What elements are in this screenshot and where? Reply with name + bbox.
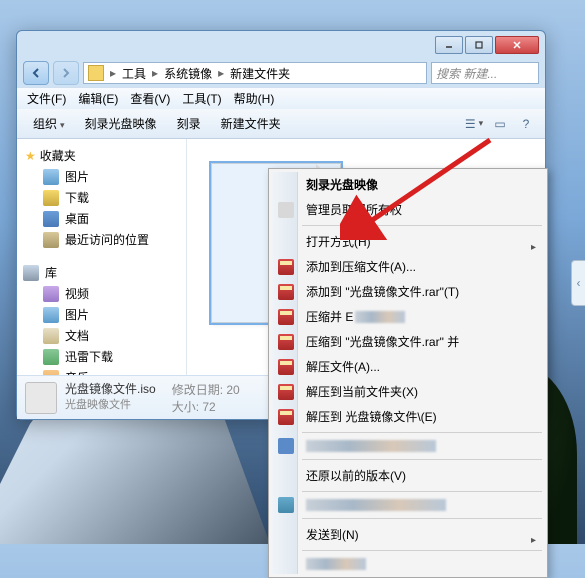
sidebar-favorites-header[interactable]: ★ 收藏夹 [21, 145, 182, 166]
xunlei-icon [43, 349, 59, 365]
app-icon [278, 497, 294, 513]
redacted-text [306, 440, 436, 452]
view-options-button[interactable]: ☰ [463, 113, 485, 135]
ctx-compress-to[interactable]: 压缩到 "光盘镜像文件.rar" 并 [272, 329, 544, 354]
details-file-meta: 修改日期: 20 大小: 72 [172, 381, 240, 415]
minimize-button[interactable] [435, 36, 463, 54]
ctx-redacted-1[interactable] [272, 436, 544, 456]
breadcrumb-seg-2[interactable]: 系统镜像 [160, 65, 216, 82]
burn-button[interactable]: 刻录 [169, 112, 209, 135]
organize-button[interactable]: 组织 [25, 112, 73, 135]
menu-tools[interactable]: 工具(T) [176, 88, 227, 109]
sidebar-item-videos[interactable]: 视频 [21, 283, 182, 304]
nav-bar: ▸ 工具 ▸ 系统镜像 ▸ 新建文件夹 搜索 新建... [17, 59, 545, 87]
toolbar: 组织 刻录光盘映像 刻录 新建文件夹 ☰ ▭ ? [17, 109, 545, 139]
ctx-redacted-2[interactable] [272, 495, 544, 515]
preview-pane-button[interactable]: ▭ [489, 113, 511, 135]
ctx-separator [302, 225, 542, 226]
close-button[interactable] [495, 36, 539, 54]
sidebar-favorites-label: 收藏夹 [40, 147, 76, 164]
sidebar-libraries-header[interactable]: 库 [21, 262, 182, 283]
downloads-icon [43, 190, 59, 206]
sidebar-item-downloads[interactable]: 下载 [21, 187, 182, 208]
forward-button[interactable] [53, 61, 79, 85]
ctx-extract-to[interactable]: 解压到 光盘镜像文件\(E) [272, 404, 544, 429]
burn-image-button[interactable]: 刻录光盘映像 [77, 112, 165, 135]
maximize-button[interactable] [465, 36, 493, 54]
rar-icon [278, 409, 294, 425]
ctx-redacted-3[interactable] [272, 554, 544, 574]
ctx-restore-version[interactable]: 还原以前的版本(V) [272, 463, 544, 488]
address-bar[interactable]: ▸ 工具 ▸ 系统镜像 ▸ 新建文件夹 [83, 62, 427, 84]
help-icon[interactable]: ? [515, 113, 537, 135]
sidebar-item-desktop[interactable]: 桌面 [21, 208, 182, 229]
rar-icon [278, 284, 294, 300]
star-icon: ★ [25, 149, 36, 163]
menu-help[interactable]: 帮助(H) [228, 88, 281, 109]
preview-pane-handle[interactable]: ‹ [571, 260, 585, 306]
redacted-text [306, 499, 446, 511]
ctx-separator [302, 459, 542, 460]
ctx-separator [302, 550, 542, 551]
redacted-text [355, 311, 405, 323]
app-icon [278, 438, 294, 454]
ctx-separator [302, 518, 542, 519]
ctx-separator [302, 491, 542, 492]
library-icon [23, 265, 39, 281]
details-file-type: 光盘映像文件 [65, 398, 156, 413]
ctx-separator [302, 432, 542, 433]
breadcrumb-separator: ▸ [216, 66, 226, 80]
ctx-add-archive[interactable]: 添加到压缩文件(A)... [272, 254, 544, 279]
ctx-add-rar[interactable]: 添加到 "光盘镜像文件.rar"(T) [272, 279, 544, 304]
details-thumb-icon [25, 382, 57, 414]
rar-icon [278, 309, 294, 325]
breadcrumb-seg-1[interactable]: 工具 [118, 65, 150, 82]
videos-icon [43, 286, 59, 302]
ctx-burn-image[interactable]: 刻录光盘映像 [272, 172, 544, 197]
pictures-icon [43, 307, 59, 323]
details-file-name: 光盘镜像文件.iso [65, 381, 156, 398]
redacted-text [306, 558, 366, 570]
ctx-admin-ownership[interactable]: 管理员取得所有权 [272, 197, 544, 222]
admin-icon [278, 202, 294, 218]
menu-view[interactable]: 查看(V) [124, 88, 176, 109]
rar-icon [278, 384, 294, 400]
sidebar-item-pictures[interactable]: 图片 [21, 166, 182, 187]
breadcrumb-separator: ▸ [108, 66, 118, 80]
ctx-extract[interactable]: 解压文件(A)... [272, 354, 544, 379]
menu-bar: 文件(F) 编辑(E) 查看(V) 工具(T) 帮助(H) [17, 87, 545, 109]
rar-icon [278, 334, 294, 350]
context-menu: 刻录光盘映像 管理员取得所有权 打开方式(H) 添加到压缩文件(A)... 添加… [268, 168, 548, 578]
documents-icon [43, 328, 59, 344]
rar-icon [278, 359, 294, 375]
menu-file[interactable]: 文件(F) [21, 88, 72, 109]
new-folder-button[interactable]: 新建文件夹 [213, 112, 289, 135]
recent-icon [43, 232, 59, 248]
sidebar-item-documents[interactable]: 文档 [21, 325, 182, 346]
sidebar-libraries-label: 库 [45, 264, 57, 281]
back-button[interactable] [23, 61, 49, 85]
breadcrumb-separator: ▸ [150, 66, 160, 80]
window-titlebar [17, 31, 545, 59]
menu-edit[interactable]: 编辑(E) [72, 88, 124, 109]
ctx-compress-email[interactable]: 压缩并 E [272, 304, 544, 329]
pictures-icon [43, 169, 59, 185]
sidebar-item-pictures-lib[interactable]: 图片 [21, 304, 182, 325]
ctx-send-to[interactable]: 发送到(N) [272, 522, 544, 547]
sidebar-item-xunlei[interactable]: 迅雷下载 [21, 346, 182, 367]
ctx-extract-here[interactable]: 解压到当前文件夹(X) [272, 379, 544, 404]
ctx-open-with[interactable]: 打开方式(H) [272, 229, 544, 254]
rar-icon [278, 259, 294, 275]
breadcrumb-seg-3[interactable]: 新建文件夹 [226, 65, 294, 82]
search-input[interactable]: 搜索 新建... [431, 62, 539, 84]
folder-icon [88, 65, 104, 81]
desktop-icon [43, 211, 59, 227]
sidebar-item-recent[interactable]: 最近访问的位置 [21, 229, 182, 250]
